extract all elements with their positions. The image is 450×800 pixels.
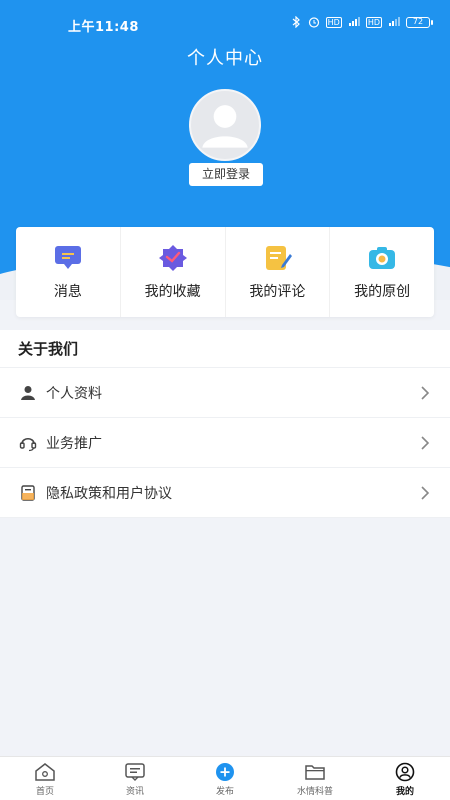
tab-home[interactable]: 首页 [0, 757, 90, 800]
menu-item-profile[interactable]: 个人资料 [0, 368, 450, 418]
headset-icon [18, 433, 38, 453]
battery-icon: 72 [406, 16, 433, 28]
quick-action-favorites[interactable]: 我的收藏 [121, 227, 226, 317]
bottom-tab-bar: 首页 资讯 发布 水情科普 我的 [0, 756, 450, 800]
profile-icon [395, 762, 415, 782]
login-button[interactable]: 立即登录 [189, 163, 263, 186]
menu-item-privacy[interactable]: 隐私政策和用户协议 [0, 468, 450, 518]
publish-plus-icon [216, 763, 234, 781]
hd-icon: HD [325, 16, 342, 28]
quick-actions: 消息 我的收藏 我的评论 我的原创 [16, 227, 434, 317]
chevron-right-icon [420, 485, 430, 500]
quick-action-comments[interactable]: 我的评论 [226, 227, 331, 317]
tab-water-science[interactable]: 水情科普 [270, 757, 360, 800]
tab-publish[interactable]: 发布 [180, 757, 270, 800]
page-title: 个人中心 [187, 48, 263, 69]
quick-action-originals[interactable]: 我的原创 [330, 227, 434, 317]
tab-label: 我的 [395, 787, 414, 797]
tab-news[interactable]: 资讯 [90, 757, 180, 800]
section-title: 关于我们 [0, 330, 450, 368]
menu-item-label: 业务推广 [46, 435, 102, 452]
quick-action-messages[interactable]: 消息 [16, 227, 121, 317]
chevron-right-icon [420, 385, 430, 400]
bluetooth-icon [290, 15, 302, 29]
avatar[interactable] [189, 89, 261, 161]
quick-action-label: 消息 [53, 284, 82, 300]
camera-icon [369, 247, 396, 269]
home-icon [35, 763, 55, 781]
default-avatar-icon [202, 105, 248, 148]
menu-item-promotion[interactable]: 业务推广 [0, 418, 450, 468]
tab-label: 首页 [35, 787, 54, 797]
folder-icon [305, 765, 325, 780]
chevron-right-icon [420, 435, 430, 450]
tab-label: 资讯 [125, 787, 144, 797]
hd-icon: HD [365, 16, 382, 28]
menu-item-label: 隐私政策和用户协议 [46, 485, 172, 502]
tab-mine[interactable]: 我的 [360, 757, 450, 800]
signal-icon [348, 16, 360, 28]
status-time: 上午11:48 [68, 20, 139, 35]
status-icons: HD HD 72 [290, 15, 433, 29]
document-icon [18, 483, 38, 503]
tab-label: 水情科普 [296, 787, 333, 797]
quick-action-label: 我的收藏 [144, 284, 201, 300]
alarm-icon [308, 16, 320, 28]
signal-icon [388, 16, 400, 28]
quick-action-label: 我的原创 [354, 284, 411, 300]
tab-label: 发布 [215, 787, 234, 797]
quick-action-label: 我的评论 [249, 284, 306, 300]
message-icon [54, 246, 81, 269]
news-icon [125, 763, 145, 781]
favorites-icon [158, 245, 187, 271]
comment-edit-icon [266, 246, 293, 270]
person-icon [18, 383, 38, 403]
status-bar: 上午11:48 HD HD 72 [0, 12, 450, 36]
menu-item-label: 个人资料 [46, 385, 102, 402]
about-section: 关于我们 个人资料 业务推广 隐私政策和用户协议 [0, 330, 450, 518]
